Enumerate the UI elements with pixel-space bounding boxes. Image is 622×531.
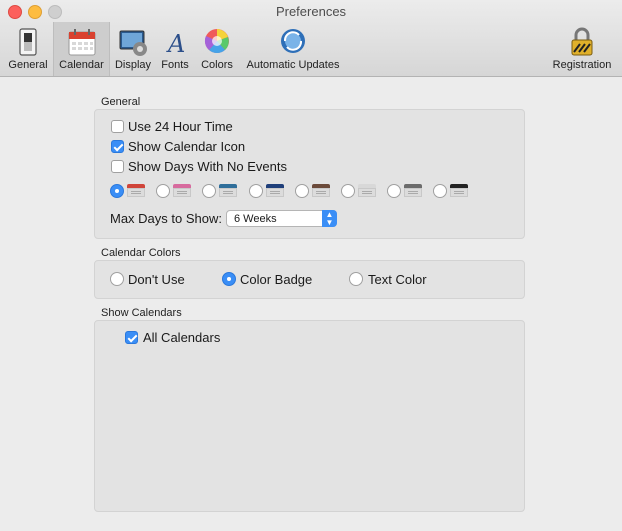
calendar-colors-section-title: Calendar Colors	[101, 247, 181, 259]
color-badge-radio[interactable]	[222, 272, 236, 286]
icon-style-radio[interactable]	[341, 184, 355, 198]
toolbar-tab-fonts[interactable]: A Fonts	[156, 22, 194, 76]
general-switch-icon	[19, 28, 37, 56]
show-calendars-list	[94, 320, 525, 512]
icon-style-radio[interactable]	[387, 184, 401, 198]
toolbar-tab-general[interactable]: General	[4, 22, 52, 76]
icon-style-swatch-icon	[404, 184, 422, 197]
toolbar-label: Calendar	[59, 59, 104, 71]
fonts-icon: A	[166, 30, 185, 58]
toolbar-tab-automatic-updates[interactable]: Automatic Updates	[240, 22, 346, 76]
show-days-no-events-label: Show Days With No Events	[128, 159, 287, 174]
use-24-hour-label: Use 24 Hour Time	[128, 119, 233, 134]
icon-style-radio[interactable]	[295, 184, 309, 198]
icon-style-swatch-icon	[219, 184, 237, 197]
toolbar-tab-registration[interactable]: Registration	[546, 22, 618, 76]
sync-globe-icon	[281, 29, 305, 53]
display-gear-icon	[119, 30, 147, 56]
padlock-icon	[571, 27, 593, 56]
text-color-radio[interactable]	[349, 272, 363, 286]
svg-text:A: A	[166, 30, 185, 58]
max-days-label: Max Days to Show:	[110, 211, 222, 226]
icon-style-radio[interactable]	[156, 184, 170, 198]
show-days-no-events-checkbox[interactable]	[111, 160, 124, 173]
icon-style-swatch-icon	[127, 184, 145, 197]
icon-style-swatch-icon	[450, 184, 468, 197]
use-24-hour-checkbox[interactable]	[111, 120, 124, 133]
calendar-icon	[68, 29, 95, 56]
toolbar-label: Display	[114, 59, 152, 71]
toolbar-label: Fonts	[161, 59, 189, 71]
preferences-window: Preferences General Calendar Display A F…	[0, 0, 622, 531]
chevron-up-down-icon: ▲ ▼	[322, 210, 337, 227]
icon-style-radio[interactable]	[110, 184, 124, 198]
toolbar-tab-colors[interactable]: Colors	[196, 22, 238, 76]
show-calendar-icon-label: Show Calendar Icon	[128, 139, 246, 154]
icon-style-swatch-icon	[358, 184, 376, 197]
icon-style-radio[interactable]	[249, 184, 263, 198]
window-title: Preferences	[275, 4, 347, 19]
show-calendar-icon-checkbox[interactable]	[111, 140, 124, 153]
icon-style-radio[interactable]	[433, 184, 447, 198]
max-days-value: 6 Weeks	[234, 213, 277, 225]
toolbar-label: General	[8, 59, 48, 71]
color-wheel-icon	[204, 29, 229, 54]
toolbar-label: Colors	[201, 59, 233, 71]
toolbar-label: Registration	[552, 59, 612, 71]
dont-use-label: Don't Use	[128, 272, 185, 287]
title-bar: Preferences General Calendar Display A F…	[0, 0, 622, 77]
dont-use-radio[interactable]	[110, 272, 124, 286]
show-calendars-section-title: Show Calendars	[101, 307, 182, 319]
text-color-label: Text Color	[368, 272, 427, 287]
all-calendars-checkbox[interactable]	[125, 331, 138, 344]
icon-style-swatch-icon	[173, 184, 191, 197]
toolbar-tab-calendar[interactable]: Calendar	[53, 22, 110, 76]
toolbar-tab-display[interactable]: Display	[110, 22, 156, 76]
toolbar-label: Automatic Updates	[246, 59, 340, 71]
icon-style-swatch-icon	[312, 184, 330, 197]
color-badge-label: Color Badge	[240, 272, 313, 287]
icon-style-radio[interactable]	[202, 184, 216, 198]
icon-style-swatch-icon	[266, 184, 284, 197]
general-section-title: General	[101, 96, 141, 108]
max-days-select[interactable]: 6 Weeks ▲ ▼	[226, 210, 337, 227]
all-calendars-label: All Calendars	[143, 330, 221, 345]
